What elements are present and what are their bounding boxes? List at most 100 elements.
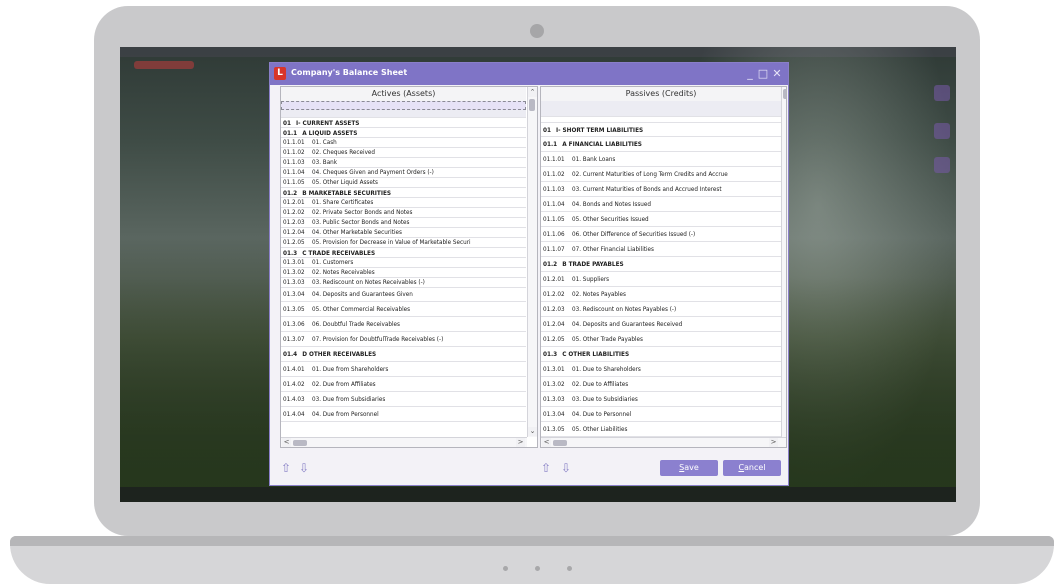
account-row[interactable]: 01.2.01 01. Suppliers [541,272,781,287]
move-up-icon[interactable]: ⇧ [540,462,552,474]
scroll-down-icon[interactable]: ⌄ [528,427,537,436]
assets-vertical-scrollbar[interactable]: ⌃ ⌄ [527,87,537,437]
account-row[interactable]: 01.1.02 02. Cheques Received [281,148,526,158]
group-header-row[interactable]: 01.4 D OTHER RECEIVABLES [281,347,526,362]
account-row[interactable]: 01.2.05 05. Other Trade Payables [541,332,781,347]
account-code: 01 [543,125,552,134]
account-code: 01.3.03 [283,279,305,286]
credits-hscroll-thumb[interactable] [553,440,567,446]
account-name: 06. Doubtful Trade Receivables [312,320,400,328]
desktop-side-icon[interactable] [934,85,950,101]
account-row[interactable]: 01.3.05 05. Other Liabilities [541,422,781,437]
scroll-up-icon[interactable]: ⌃ [528,88,537,97]
account-row[interactable]: 01.1.01 01. Cash [281,138,526,148]
account-row[interactable]: 01.3.04 04. Due to Personnel [541,407,781,422]
close-button[interactable]: ✕ [771,66,783,81]
scroll-right-icon[interactable]: > [516,438,525,447]
move-down-icon[interactable]: ⇩ [560,462,572,474]
account-code: 01.1.02 [283,149,305,156]
account-row[interactable]: 01.2.03 03. Rediscount on Notes Payables … [541,302,781,317]
assets-horizontal-scrollbar[interactable]: < > [281,437,527,447]
account-name: 05. Provision for Decrease in Value of M… [312,239,471,246]
empty-row[interactable] [281,110,526,118]
credits-rows: 01 I- SHORT TERM LIABILITIES 01.1 A FINANCI… [541,101,781,447]
scroll-left-icon[interactable]: < [282,438,291,447]
account-row[interactable]: 01.2.04 04. Deposits and Guarantees Recei… [541,317,781,332]
account-row[interactable]: 01.2.01 01. Share Certificates [281,198,526,208]
account-row[interactable]: 01.1.06 06. Other Difference of Securitie… [541,227,781,242]
account-code: 01.2.05 [283,239,305,246]
maximize-button[interactable]: □ [757,66,769,81]
account-row[interactable]: 01.1.01 01. Bank Loans [541,152,781,167]
account-row[interactable]: 01.4.03 03. Due from Subsidiaries [281,392,526,407]
assets-hscroll-thumb[interactable] [293,440,307,446]
account-code: 01.1.01 [543,155,565,163]
account-row[interactable]: 01.4.04 04. Due from Personnel [281,407,526,422]
group-header-row[interactable]: 01.3 C OTHER LIABILITIES [541,347,781,362]
minimize-button[interactable]: _ [744,66,756,81]
account-row[interactable]: 01.3.06 06. Doubtful Trade Receivables [281,317,526,332]
account-name: A LIQUID ASSETS [302,128,358,137]
account-row[interactable]: 01.1.04 04. Bonds and Notes Issued [541,197,781,212]
account-name: 04. Cheques Given and Payment Orders (-) [312,169,434,176]
account-name: B MARKETABLE SECURITIES [302,188,392,197]
account-row[interactable]: 01.2.02 02. Private Sector Bonds and Note… [281,208,526,218]
account-name: D OTHER RECEIVABLES [302,350,377,358]
desktop-side-icon[interactable] [934,157,950,173]
save-button[interactable]: Save [660,460,718,476]
account-row[interactable]: 01.3.01 01. Customers [281,258,526,268]
account-row[interactable]: 01.3.05 05. Other Commercial Receivables [281,302,526,317]
scroll-right-icon[interactable]: > [769,438,778,447]
group-header-row[interactable]: 01 I- SHORT TERM LIABILITIES [541,123,781,137]
account-name: 03. Public Sector Bonds and Notes [312,219,410,226]
account-row[interactable]: 01.1.07 07. Other Financial Liabilities [541,242,781,257]
group-header-row[interactable]: 01.1 A LIQUID ASSETS [281,128,526,138]
save-label-rest: ave [684,463,699,472]
credits-column-header[interactable]: Passives (Credits) [541,87,781,102]
group-header-row[interactable]: 01.2 B MARKETABLE SECURITIES [281,188,526,198]
move-down-icon[interactable]: ⇩ [298,462,310,474]
account-row[interactable]: 01.3.03 03. Due to Subsidiaries [541,392,781,407]
account-row[interactable]: 01.1.04 04. Cheques Given and Payment Ord… [281,168,526,178]
desktop-blurred-logo [134,61,194,69]
credits-vscroll-thumb[interactable] [783,89,786,99]
account-row[interactable]: 01.3.07 07. Provision for DoubtfulTrade R… [281,332,526,347]
account-row[interactable]: 01.3.02 02. Due to Affiliates [541,377,781,392]
account-row[interactable]: 01.3.01 01. Due to Shareholders [541,362,781,377]
account-row[interactable]: 01.4.01 01. Due from Shareholders [281,362,526,377]
group-header-row[interactable]: 01.2 B TRADE PAYABLES [541,257,781,272]
account-row[interactable]: 01.4.02 02. Due from Affiliates [281,377,526,392]
account-row[interactable]: 01.2.04 04. Other Marketable Securities [281,228,526,238]
account-row[interactable]: 01.3.04 04. Deposits and Guarantees Given [281,288,526,302]
account-row[interactable]: 01.3.03 03. Rediscount on Notes Receivabl… [281,278,526,288]
assets-vscroll-thumb[interactable] [529,99,535,111]
account-name: 01. Share Certificates [312,199,374,206]
dialog-titlebar[interactable]: L Company's Balance Sheet _ □ ✕ [270,63,788,85]
account-code: 01.3.02 [283,269,305,276]
account-row[interactable]: 01.1.02 02. Current Maturities of Long Te… [541,167,781,182]
credits-vertical-scrollbar[interactable] [781,87,786,437]
account-row[interactable]: 01.3.02 02. Notes Receivables [281,268,526,278]
empty-row[interactable] [281,101,526,110]
group-header-row[interactable]: 01 I- CURRENT ASSETS [281,118,526,128]
account-row[interactable]: 01.2.05 05. Provision for Decrease in Val… [281,238,526,248]
account-row[interactable]: 01.2.02 02. Notes Payables [541,287,781,302]
group-header-row[interactable]: 01.3 C TRADE RECEIVABLES [281,248,526,258]
account-row[interactable]: 01.1.05 05. Other Liquid Assets [281,178,526,188]
scroll-left-icon[interactable]: < [542,438,551,447]
account-code: 01.2.01 [283,199,305,206]
move-up-icon[interactable]: ⇧ [280,462,292,474]
cancel-button[interactable]: Cancel [723,460,781,476]
account-row[interactable]: 01.1.05 05. Other Securities Issued [541,212,781,227]
group-header-row[interactable]: 01.1 A FINANCIAL LIABILITIES [541,137,781,152]
account-name: 02. Due to Affiliates [572,380,629,388]
account-row[interactable]: 01.2.03 03. Public Sector Bonds and Notes [281,218,526,228]
desktop-side-icon[interactable] [934,123,950,139]
account-name: 02. Notes Payables [572,290,626,298]
account-name: 01. Due from Shareholders [312,365,389,373]
account-row[interactable]: 01.1.03 03. Bank [281,158,526,168]
credits-horizontal-scrollbar[interactable]: < > [541,437,786,447]
assets-column-header[interactable]: Actives (Assets) [281,87,526,102]
empty-row[interactable] [541,101,781,117]
account-row[interactable]: 01.1.03 03. Current Maturities of Bonds a… [541,182,781,197]
